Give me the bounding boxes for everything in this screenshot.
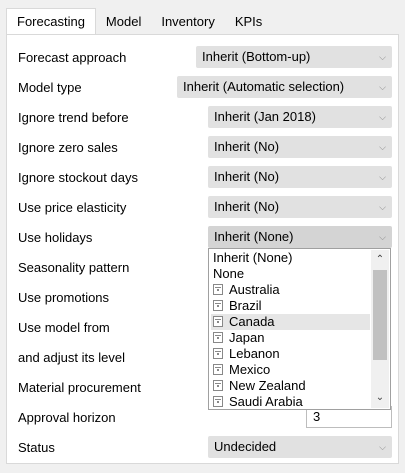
option-japan[interactable]: Japan (211, 330, 370, 346)
option-label: Canada (229, 314, 275, 329)
approval-horizon-label: Approval horizon (18, 410, 116, 425)
option-australia[interactable]: Australia (211, 282, 370, 298)
status-value: Undecided (214, 439, 277, 454)
status-label: Status (18, 440, 55, 455)
holidays-dropdown-list: Inherit (None) None Australia Brazil Can… (208, 248, 391, 410)
flag-icon (213, 316, 223, 327)
option-label: Saudi Arabia (229, 394, 303, 409)
scrollbar-thumb[interactable] (373, 270, 387, 360)
tab-forecasting[interactable]: Forecasting (6, 8, 96, 35)
ignore-stockout-label: Ignore stockout days (18, 170, 138, 185)
ignore-trend-select[interactable]: Inherit (Jan 2018) ⌵ (208, 106, 392, 128)
option-canada[interactable]: Canada (211, 314, 370, 330)
chevron-down-icon: ⌵ (379, 112, 386, 122)
option-saudi-arabia[interactable]: Saudi Arabia (211, 394, 370, 409)
flag-icon (213, 348, 223, 359)
ignore-stockout-select[interactable]: Inherit (No) ⌵ (208, 166, 392, 188)
option-inherit[interactable]: Inherit (None) (211, 250, 370, 266)
material-procurement-label: Material procurement (18, 380, 141, 395)
chevron-down-icon: ⌵ (379, 232, 386, 242)
price-elasticity-select[interactable]: Inherit (No) ⌵ (208, 196, 392, 218)
ignore-zero-sales-value: Inherit (No) (214, 139, 280, 154)
option-brazil[interactable]: Brazil (211, 298, 370, 314)
chevron-down-icon: ⌵ (379, 442, 386, 452)
ignore-trend-value: Inherit (Jan 2018) (214, 109, 316, 124)
model-type-label: Model type (18, 80, 82, 95)
tab-kpis[interactable]: KPIs (225, 10, 272, 34)
seasonality-label: Seasonality pattern (18, 260, 130, 275)
ignore-zero-sales-select[interactable]: Inherit (No) ⌵ (208, 136, 392, 158)
option-mexico[interactable]: Mexico (211, 362, 370, 378)
forecast-approach-value: Inherit (Bottom-up) (202, 49, 311, 64)
flag-icon (213, 364, 223, 375)
flag-icon (213, 396, 223, 407)
scroll-up-icon[interactable]: ⌃ (371, 252, 389, 268)
dropdown-scrollbar[interactable]: ⌃ ⌄ (371, 250, 389, 408)
option-label: Brazil (229, 298, 262, 313)
model-type-select[interactable]: Inherit (Automatic selection) ⌵ (177, 76, 392, 98)
flag-icon (213, 300, 223, 311)
forecast-approach-select[interactable]: Inherit (Bottom-up) ⌵ (196, 46, 392, 68)
use-holidays-value: Inherit (None) (214, 229, 294, 244)
adjust-level-label: and adjust its level (18, 350, 125, 365)
tab-model[interactable]: Model (96, 10, 151, 34)
option-none[interactable]: None (211, 266, 370, 282)
scroll-down-icon[interactable]: ⌄ (371, 390, 389, 406)
flag-icon (213, 284, 223, 295)
use-promotions-label: Use promotions (18, 290, 110, 305)
use-holidays-select[interactable]: Inherit (None) ⌵ (208, 226, 392, 248)
use-holidays-label: Use holidays (18, 230, 93, 245)
forecast-approach-label: Forecast approach (18, 50, 127, 65)
flag-icon (213, 380, 223, 391)
ignore-trend-label: Ignore trend before (18, 110, 129, 125)
chevron-down-icon: ⌵ (379, 82, 386, 92)
use-model-from-label: Use model from (18, 320, 110, 335)
chevron-down-icon: ⌵ (379, 202, 386, 212)
option-new-zealand[interactable]: New Zealand (211, 378, 370, 394)
option-label: Mexico (229, 362, 271, 377)
chevron-down-icon: ⌵ (379, 142, 386, 152)
chevron-down-icon: ⌵ (379, 172, 386, 182)
price-elasticity-label: Use price elasticity (18, 200, 127, 215)
option-label: Lebanon (229, 346, 280, 361)
option-lebanon[interactable]: Lebanon (211, 346, 370, 362)
option-label: New Zealand (229, 378, 306, 393)
flag-icon (213, 332, 223, 343)
tab-bar: Forecasting Model Inventory KPIs (6, 8, 272, 35)
option-label: Australia (229, 282, 280, 297)
ignore-zero-sales-label: Ignore zero sales (18, 140, 118, 155)
price-elasticity-value: Inherit (No) (214, 199, 280, 214)
chevron-down-icon: ⌵ (379, 52, 386, 62)
approval-horizon-value: 3 (313, 409, 321, 424)
tab-inventory[interactable]: Inventory (151, 10, 224, 34)
option-label: Japan (229, 330, 265, 345)
status-select[interactable]: Undecided ⌵ (208, 436, 392, 458)
ignore-stockout-value: Inherit (No) (214, 169, 280, 184)
model-type-value: Inherit (Automatic selection) (183, 79, 345, 94)
